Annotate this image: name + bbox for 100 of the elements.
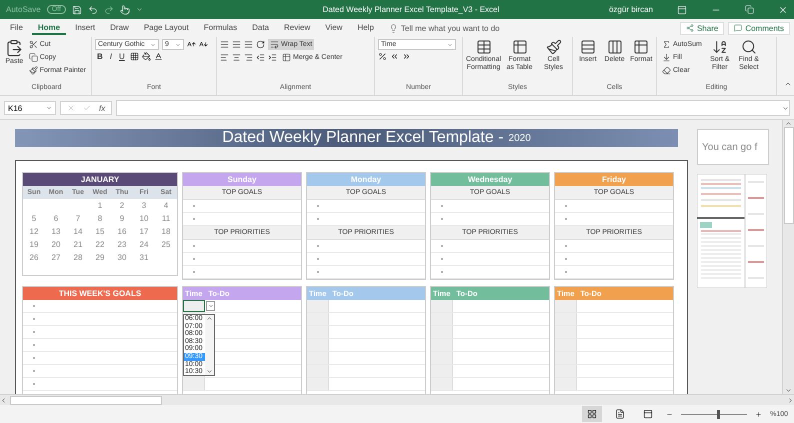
- calendar-day[interactable]: 31: [133, 251, 155, 264]
- font-shrink-icon[interactable]: [199, 40, 208, 49]
- increase-decimal-icon[interactable]: [390, 52, 399, 61]
- ribbon-tab[interactable]: Help: [351, 21, 380, 35]
- fill-color-icon[interactable]: [142, 52, 151, 61]
- time-cell[interactable]: [555, 378, 577, 390]
- align-center-icon[interactable]: [232, 53, 241, 62]
- user-name[interactable]: özgür bircan: [608, 5, 653, 14]
- calendar-day[interactable]: 7: [67, 212, 89, 225]
- calendar-day[interactable]: 5: [23, 212, 45, 225]
- formula-field[interactable]: [116, 100, 790, 116]
- time-cell[interactable]: [307, 365, 329, 377]
- time-cell[interactable]: [307, 300, 329, 312]
- calendar-day[interactable]: 3: [133, 199, 155, 212]
- borders-icon[interactable]: [130, 52, 139, 61]
- calendar-day[interactable]: 23: [111, 238, 133, 251]
- save-icon[interactable]: [72, 4, 82, 14]
- ribbon-display-icon[interactable]: [677, 4, 687, 14]
- indent-decrease-icon[interactable]: [256, 53, 265, 62]
- calendar-day[interactable]: 15: [89, 225, 111, 238]
- search-field[interactable]: Tell me what you want to do: [400, 24, 500, 32]
- time-cell[interactable]: [431, 326, 453, 338]
- scroll-down-icon[interactable]: [785, 387, 792, 394]
- sigma-icon[interactable]: [662, 40, 671, 49]
- calendar-day[interactable]: 11: [155, 212, 177, 225]
- undo-icon[interactable]: [88, 4, 98, 14]
- time-cell[interactable]: [555, 326, 577, 338]
- align-right-icon[interactable]: [244, 53, 253, 62]
- calendar-day[interactable]: 29: [89, 251, 111, 264]
- calendar-day[interactable]: 6: [45, 212, 67, 225]
- time-cell[interactable]: [431, 300, 453, 312]
- paintbrush-icon[interactable]: [28, 66, 38, 75]
- time-cell[interactable]: [555, 300, 577, 312]
- calendar-day[interactable]: 20: [45, 238, 67, 251]
- time-cell[interactable]: [555, 339, 577, 351]
- calendar-day[interactable]: 9: [111, 212, 133, 225]
- page-break-icon[interactable]: [643, 409, 654, 419]
- close-icon[interactable]: [778, 4, 788, 14]
- calendar-day[interactable]: 21: [67, 238, 89, 251]
- time-cell[interactable]: [431, 378, 453, 390]
- sort-icon[interactable]: [712, 39, 728, 55]
- time-cell[interactable]: [431, 352, 453, 364]
- scroll-down-icon[interactable]: [206, 368, 213, 375]
- scroll-up-icon[interactable]: [206, 315, 213, 322]
- decrease-decimal-icon[interactable]: [402, 52, 411, 61]
- calendar-day[interactable]: 22: [89, 238, 111, 251]
- name-box[interactable]: K16: [4, 101, 56, 115]
- scroll-right-icon[interactable]: [787, 396, 794, 404]
- ribbon-tab[interactable]: Draw: [104, 21, 135, 35]
- wrap-icon[interactable]: [270, 40, 279, 49]
- calendar-day[interactable]: 12: [23, 225, 45, 238]
- redo-icon[interactable]: [104, 4, 114, 14]
- percent-icon[interactable]: [378, 52, 387, 61]
- time-cell[interactable]: [555, 365, 577, 377]
- time-cell[interactable]: [431, 339, 453, 351]
- time-cell[interactable]: [307, 339, 329, 351]
- fill-down-icon[interactable]: [662, 53, 671, 62]
- eraser-icon[interactable]: [662, 66, 671, 75]
- dropdown-button[interactable]: [206, 301, 215, 311]
- time-cell[interactable]: [555, 313, 577, 325]
- collapse-icon[interactable]: [784, 80, 792, 88]
- align-left-icon[interactable]: [220, 53, 229, 62]
- time-cell[interactable]: [431, 313, 453, 325]
- calendar-day[interactable]: 18: [155, 225, 177, 238]
- expand-icon[interactable]: [782, 104, 789, 112]
- ribbon-tab[interactable]: File: [4, 21, 29, 35]
- page-icon[interactable]: [615, 409, 626, 419]
- caret-icon[interactable]: [46, 105, 52, 111]
- align-bottom-icon[interactable]: [244, 40, 253, 49]
- zoom-in-icon[interactable]: [755, 410, 762, 418]
- touch-icon[interactable]: [120, 4, 130, 14]
- caret-icon[interactable]: [136, 6, 143, 13]
- ribbon-tab[interactable]: Data: [246, 21, 275, 35]
- merge-icon[interactable]: [282, 53, 291, 62]
- grid-icon[interactable]: [587, 409, 598, 419]
- time-cell[interactable]: [307, 352, 329, 364]
- calendar-day[interactable]: 14: [67, 225, 89, 238]
- scroll-thumb[interactable]: [10, 396, 162, 404]
- font-color-icon[interactable]: [154, 52, 163, 61]
- align-top-icon[interactable]: [220, 40, 229, 49]
- ribbon-tab[interactable]: Page Layout: [138, 21, 195, 35]
- align-middle-icon[interactable]: [232, 40, 241, 49]
- orientation-icon[interactable]: [256, 40, 265, 49]
- font-grow-icon[interactable]: [187, 40, 196, 49]
- selected-cell[interactable]: [183, 300, 205, 312]
- underline-button[interactable]: U: [117, 52, 127, 61]
- calendar-day[interactable]: 26: [23, 251, 45, 264]
- calendar-day[interactable]: 8: [89, 212, 111, 225]
- calendar-day[interactable]: 4: [155, 199, 177, 212]
- ribbon-tab[interactable]: Insert: [69, 21, 102, 35]
- calendar-day[interactable]: 19: [23, 238, 45, 251]
- ribbon-tab[interactable]: Review: [278, 21, 316, 35]
- calendar-day[interactable]: 17: [133, 225, 155, 238]
- share-button[interactable]: Share: [680, 22, 724, 34]
- vertical-scrollbar[interactable]: [782, 120, 794, 394]
- comment-icon[interactable]: [734, 24, 742, 32]
- caret-icon[interactable]: [208, 303, 214, 309]
- share-icon[interactable]: [686, 24, 694, 32]
- time-cell[interactable]: [183, 378, 205, 390]
- calendar-day[interactable]: 27: [45, 251, 67, 264]
